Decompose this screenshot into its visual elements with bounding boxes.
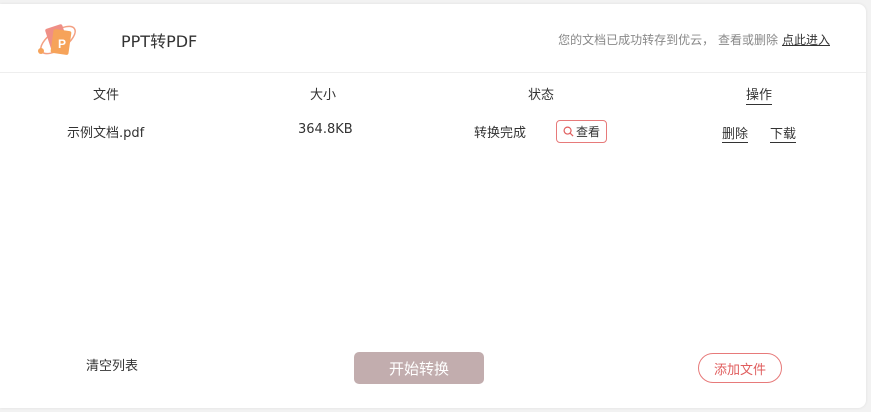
view-label: 查看 [575,125,600,139]
status-text: 转换完成 [474,126,527,141]
add-file-button[interactable]: 添加文件 [698,353,782,383]
start-convert-button[interactable]: 开始转换 [354,352,484,384]
col-header-file: 文件 [93,88,120,103]
search-icon [563,126,574,137]
file-size: 364.8KB [298,122,353,137]
clear-list-button[interactable]: 清空列表 [86,355,138,374]
col-header-status: 状态 [528,88,555,103]
download-link[interactable]: 下载 [770,123,797,143]
converter-panel: P PPT转PDF 您的文档已成功转存到优云， 查看或删除 点此进入 文件 大小 … [0,4,866,408]
file-name: 示例文档.pdf [67,126,145,141]
col-header-actions: 操作 [746,84,773,105]
delete-link[interactable]: 删除 [722,123,749,143]
col-header-size: 大小 [310,88,337,103]
ppt-pdf-logo-icon: P [38,24,76,55]
notice-text: 您的文档已成功转存到优云， 查看或删除 [558,33,778,47]
enter-link[interactable]: 点此进入 [782,33,830,47]
svg-text:P: P [58,37,66,51]
page-title: PPT转PDF [121,32,198,51]
header: P PPT转PDF 您的文档已成功转存到优云， 查看或删除 点此进入 [0,4,866,73]
view-button[interactable]: 查看 [556,120,607,143]
cloud-notice: 您的文档已成功转存到优云， 查看或删除 点此进入 [558,31,830,48]
